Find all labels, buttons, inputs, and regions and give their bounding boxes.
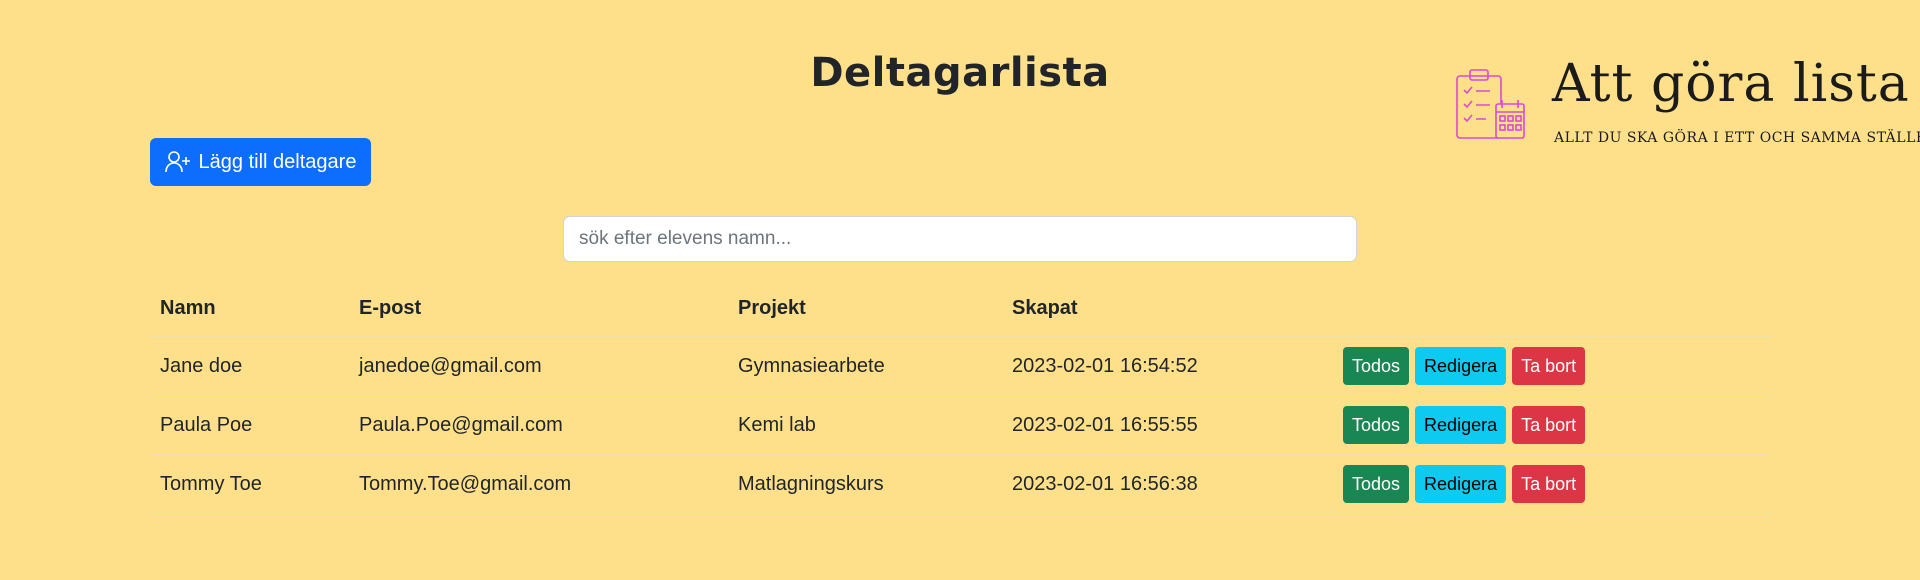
header-project: Projekt [728,280,1002,337]
table-row: Paula Poe Paula.Poe@gmail.com Kemi lab 2… [150,395,1772,455]
edit-button[interactable]: Redigera [1415,347,1507,385]
logo-title: Att göra lista [1552,54,1910,114]
edit-button[interactable]: Redigera [1415,406,1507,444]
cell-email: Tommy.Toe@gmail.com [349,454,728,514]
table-row: Jane doe janedoe@gmail.com Gymnasiearbet… [150,336,1772,396]
cell-actions: Todos Redigera Ta bort [1333,336,1772,396]
cell-created: 2023-02-01 16:55:55 [1002,395,1333,455]
delete-button[interactable]: Ta bort [1512,465,1586,503]
cell-name: Jane doe [150,336,349,396]
table-header-row: Namn E-post Projekt Skapat [150,280,1772,337]
add-participant-label: Lägg till deltagare [198,150,357,173]
cell-name: Tommy Toe [150,454,349,514]
header-email: E-post [349,280,728,337]
edit-button[interactable]: Redigera [1415,465,1507,503]
cell-actions: Todos Redigera Ta bort [1333,454,1772,514]
header-name: Namn [150,280,349,337]
cell-created: 2023-02-01 16:54:52 [1002,336,1333,396]
cell-project: Kemi lab [728,395,1002,455]
cell-email: janedoe@gmail.com [349,336,728,396]
todos-button[interactable]: Todos [1343,406,1410,444]
logo-tagline: ALLT DU SKA GÖRA I ETT OCH SAMMA STÄLLE [1554,130,1920,146]
todos-button[interactable]: Todos [1343,347,1410,385]
clipboard-calendar-icon [1456,69,1525,139]
add-participant-button[interactable]: Lägg till deltagare [150,138,371,186]
app-logo: Att göra lista ALLT DU SKA GÖRA I ETT OC… [1450,54,1920,160]
cell-name: Paula Poe [150,395,349,455]
search-input[interactable] [563,216,1357,262]
participants-table: Namn E-post Projekt Skapat Jane doe jane… [150,280,1772,514]
delete-button[interactable]: Ta bort [1512,347,1586,385]
header-created: Skapat [1002,280,1333,337]
header-actions [1333,280,1772,337]
person-plus-icon [164,151,190,173]
todos-button[interactable]: Todos [1343,465,1410,503]
cell-project: Gymnasiearbete [728,336,1002,396]
table-row: Tommy Toe Tommy.Toe@gmail.com Matlagning… [150,454,1772,514]
cell-email: Paula.Poe@gmail.com [349,395,728,455]
cell-actions: Todos Redigera Ta bort [1333,395,1772,455]
delete-button[interactable]: Ta bort [1512,406,1586,444]
cell-project: Matlagningskurs [728,454,1002,514]
cell-created: 2023-02-01 16:56:38 [1002,454,1333,514]
